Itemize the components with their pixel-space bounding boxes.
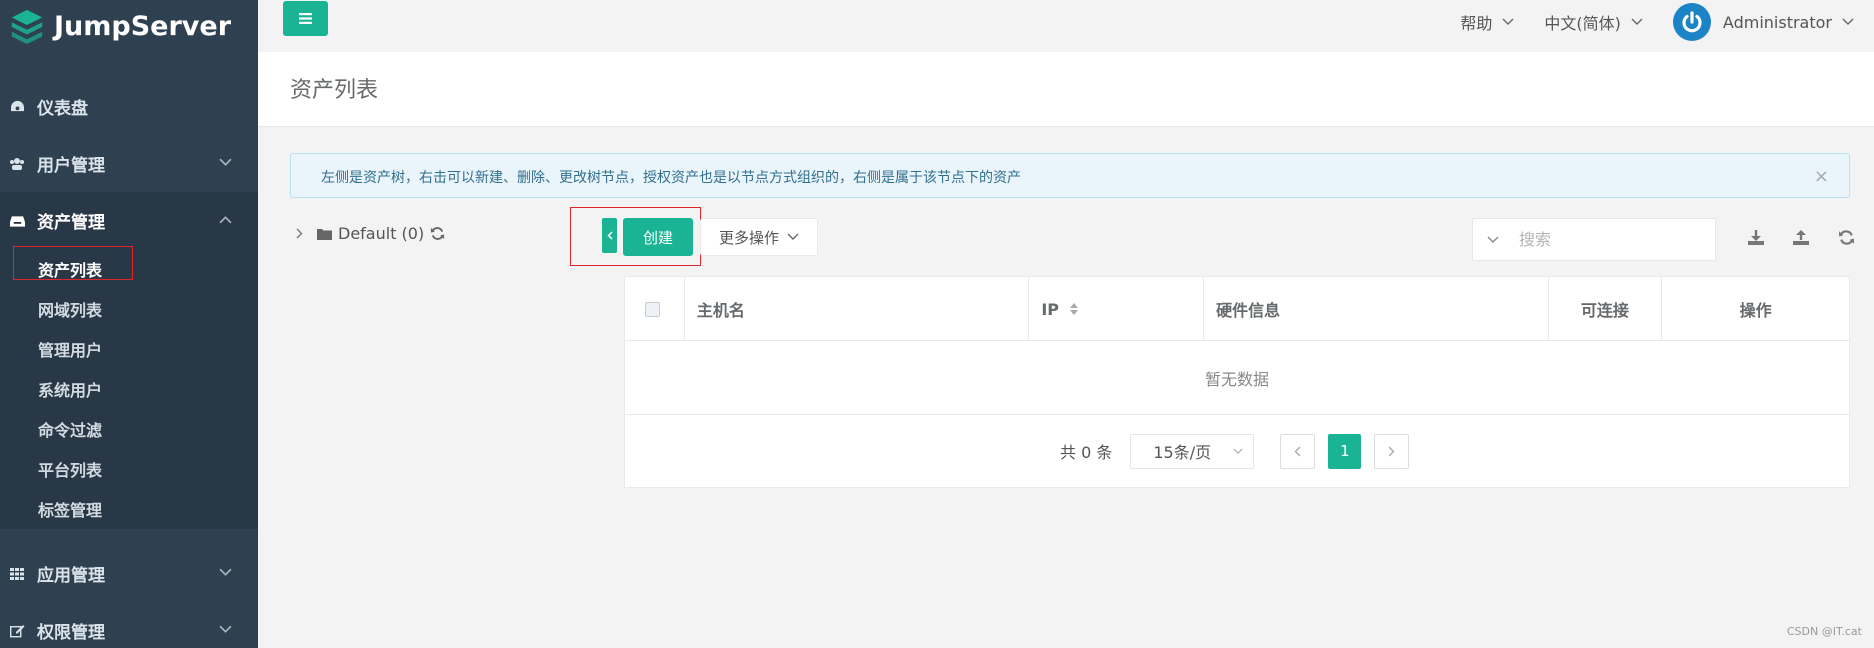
sidebar-subitem-command-filter[interactable]: 命令过滤	[0, 409, 258, 449]
pagination: 共 0 条 15条/页 1	[625, 415, 1849, 487]
page-button-current[interactable]: 1	[1328, 433, 1362, 469]
empty-text: 暂无数据	[1204, 369, 1269, 389]
sidebar-subitem-label-management[interactable]: 标签管理	[0, 489, 258, 529]
info-alert: 左侧是资产树，右击可以新建、删除、更改树节点，授权资产也是以节点方式组织的，右侧…	[290, 153, 1850, 198]
sidebar-item-label: 用户管理	[37, 156, 105, 176]
asset-tree: Default (0)	[296, 224, 445, 243]
chevron-down-icon	[1842, 18, 1854, 25]
sidebar-subitem-system-users[interactable]: 系统用户	[0, 369, 258, 409]
page-size-value: 15条/页	[1153, 443, 1212, 462]
select-all-checkbox[interactable]	[645, 301, 660, 317]
username: Administrator	[1722, 12, 1832, 32]
chevron-down-icon	[219, 568, 232, 576]
page-heading: 资产列表	[258, 52, 1874, 127]
select-all-cell	[625, 277, 685, 341]
collapse-tree-button[interactable]	[602, 218, 617, 253]
upload-icon[interactable]	[1790, 226, 1812, 248]
inbox-icon	[9, 213, 25, 229]
sidebar-subitem-domain-list[interactable]: 网域列表	[0, 289, 258, 329]
download-icon[interactable]	[1745, 226, 1767, 248]
close-icon[interactable]: ×	[1814, 166, 1829, 187]
column-ip[interactable]: IP	[1029, 277, 1205, 341]
sidebar: JumpServer 仪表盘 用户管理 资产管理 资产列表 网域列表 管理用户 …	[0, 0, 258, 648]
folder-icon	[317, 228, 332, 240]
sidebar-subitem-admin-users[interactable]: 管理用户	[0, 329, 258, 369]
user-menu[interactable]: Administrator	[1672, 3, 1854, 41]
chevron-down-icon[interactable]	[1487, 236, 1499, 244]
sidebar-item-dashboard[interactable]: 仪表盘	[0, 78, 258, 135]
chevron-right-icon[interactable]	[296, 228, 303, 239]
table-header: 主机名 IP 硬件信息 可连接 操作	[625, 277, 1849, 341]
more-actions-label: 更多操作	[718, 228, 779, 247]
sidebar-item-label: 权限管理	[37, 623, 105, 643]
sidebar-item-users[interactable]: 用户管理	[0, 135, 258, 192]
more-actions-dropdown[interactable]: 更多操作	[700, 218, 818, 256]
asset-table: 主机名 IP 硬件信息 可连接 操作 暂无数据 共 0 条 15条/页 1	[624, 276, 1850, 488]
users-icon	[9, 156, 25, 172]
page-title: 资产列表	[290, 78, 379, 103]
dashboard-icon	[9, 99, 25, 115]
chevron-down-icon	[1631, 18, 1643, 25]
column-hardware[interactable]: 硬件信息	[1204, 277, 1549, 341]
help-label: 帮助	[1460, 14, 1493, 33]
brand[interactable]: JumpServer	[0, 0, 258, 52]
refresh-icon[interactable]	[1835, 226, 1857, 248]
sidebar-item-label: 应用管理	[37, 566, 105, 586]
sidebar-group-assets: 资产管理 资产列表 网域列表 管理用户 系统用户 命令过滤 平台列表 标签管理	[0, 192, 258, 529]
chevron-up-icon	[219, 216, 232, 224]
chevron-down-icon	[1502, 18, 1514, 25]
sidebar-subitem-platform-list[interactable]: 平台列表	[0, 449, 258, 489]
sidebar-item-applications[interactable]: 应用管理	[0, 545, 258, 602]
help-menu[interactable]: 帮助	[1460, 10, 1514, 34]
jumpserver-logo-icon	[11, 9, 43, 45]
avatar	[1672, 3, 1711, 41]
power-icon	[1682, 11, 1702, 33]
grid-icon	[9, 566, 25, 582]
sidebar-nav: 仪表盘 用户管理 资产管理 资产列表 网域列表 管理用户 系统用户 命令过滤 平…	[0, 78, 258, 648]
refresh-icon[interactable]	[430, 226, 445, 241]
sidebar-item-permissions[interactable]: 权限管理	[0, 602, 258, 648]
chevron-left-icon	[1294, 446, 1301, 456]
sort-icon[interactable]	[1069, 302, 1079, 316]
chevron-down-icon	[787, 233, 799, 240]
chevron-down-icon	[219, 625, 232, 633]
empty-row: 暂无数据	[625, 341, 1849, 415]
topbar-right: 帮助 中文(简体) Administrator	[1430, 0, 1854, 44]
hamburger-icon	[299, 13, 312, 24]
search-input[interactable]	[1519, 230, 1689, 249]
language-label: 中文(简体)	[1544, 14, 1621, 33]
page-size-select[interactable]: 15条/页	[1130, 433, 1255, 469]
alert-text: 左侧是资产树，右击可以新建、删除、更改树节点，授权资产也是以节点方式组织的，右侧…	[321, 170, 1021, 186]
chevron-right-icon	[1388, 446, 1395, 456]
topbar: 帮助 中文(简体) Administrator	[258, 0, 1874, 52]
highlight-box-asset-list	[13, 246, 133, 280]
watermark: CSDN @IT.cat	[1786, 625, 1862, 638]
column-hostname[interactable]: 主机名	[685, 277, 1030, 341]
sidebar-item-label: 仪表盘	[37, 99, 88, 119]
create-button[interactable]: 创建	[623, 218, 693, 256]
search-box	[1472, 218, 1716, 261]
column-ip-label: IP	[1041, 299, 1060, 319]
chevron-down-icon	[1233, 448, 1243, 454]
column-connectivity[interactable]: 可连接	[1549, 277, 1663, 341]
sidebar-toggle-button[interactable]	[283, 1, 328, 36]
tree-node-default[interactable]: Default (0)	[338, 224, 424, 243]
sidebar-item-assets[interactable]: 资产管理	[0, 192, 258, 249]
sidebar-item-label: 资产管理	[37, 213, 105, 233]
column-actions: 操作	[1739, 301, 1772, 320]
language-menu[interactable]: 中文(简体)	[1544, 10, 1643, 34]
total-count: 共 0 条	[1060, 443, 1113, 462]
chevron-down-icon	[219, 158, 232, 166]
prev-page-button[interactable]	[1280, 433, 1316, 469]
brand-name: JumpServer	[54, 10, 232, 42]
next-page-button[interactable]	[1374, 433, 1410, 469]
chevron-left-icon	[606, 231, 613, 240]
edit-icon	[9, 623, 25, 639]
